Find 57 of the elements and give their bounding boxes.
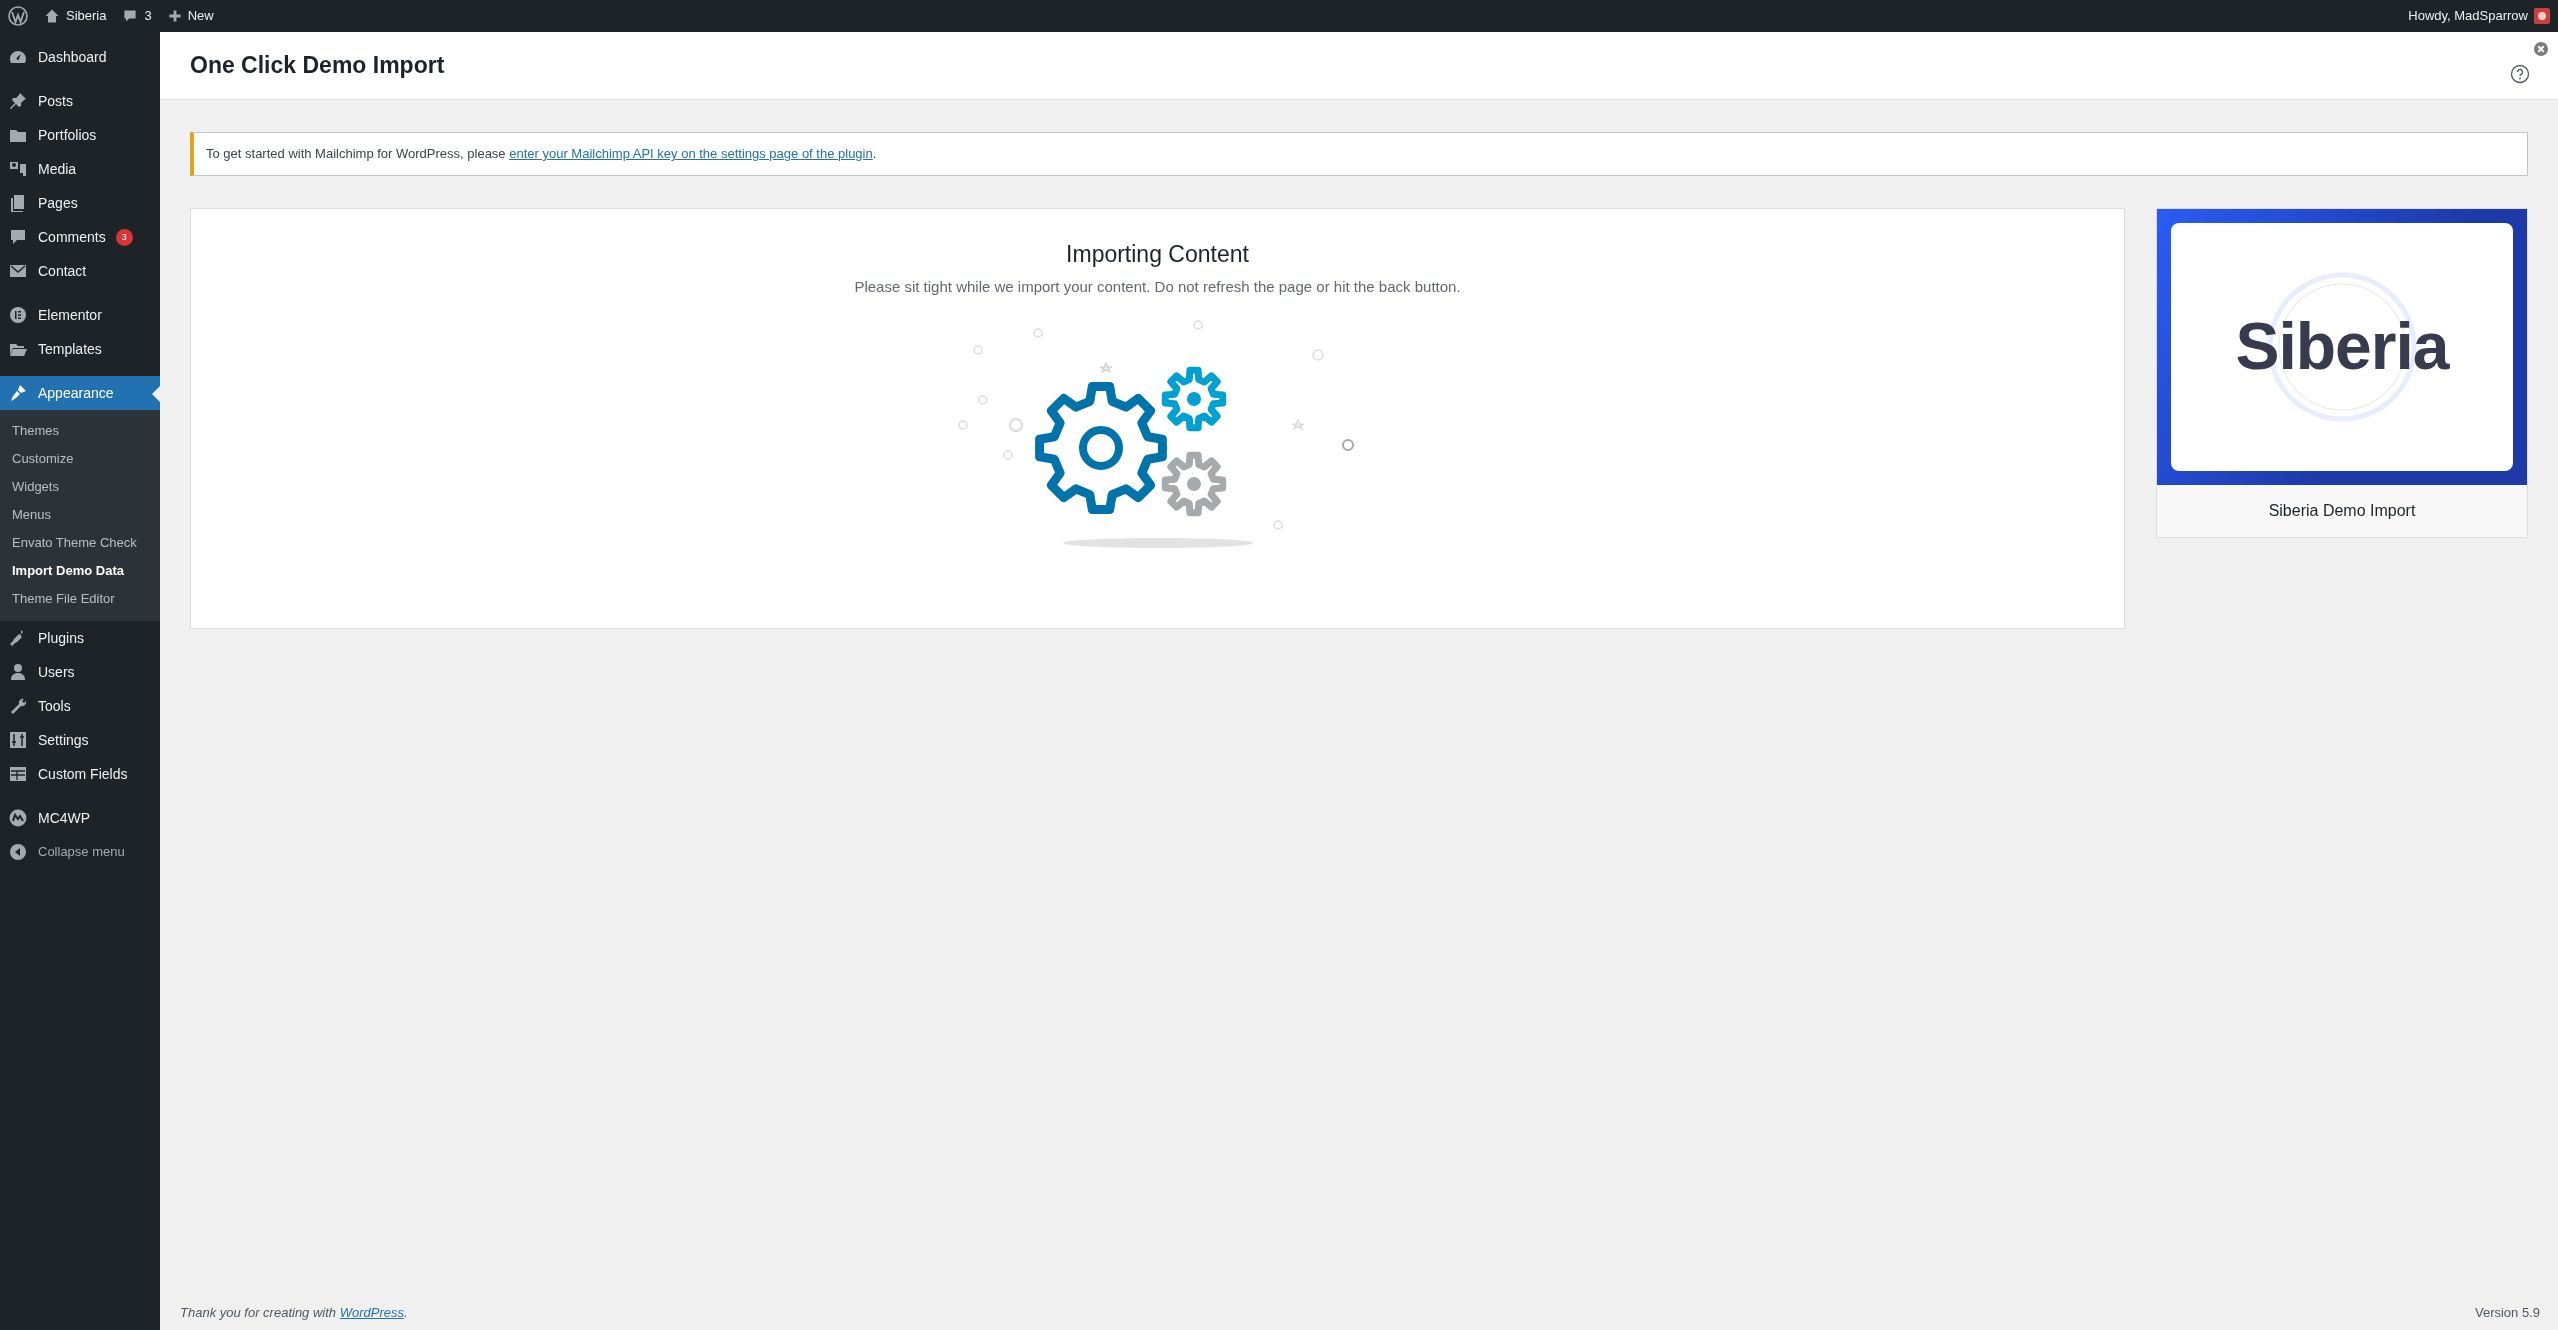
table-icon (8, 764, 28, 784)
user-icon (8, 662, 28, 682)
menu-item[interactable]: Plugins (0, 621, 160, 655)
notice-link[interactable]: enter your Mailchimp API key on the settings page of the plugin (509, 146, 873, 161)
count-badge: 3 (115, 228, 133, 246)
avatar-icon (2534, 8, 2550, 24)
menu-item[interactable]: Portfolios (0, 118, 160, 152)
menu-item[interactable]: Settings (0, 723, 160, 757)
submenu-item[interactable]: Themes (0, 417, 160, 445)
site-link[interactable]: Siberia (36, 0, 115, 32)
menu-item[interactable]: Pages (0, 186, 160, 220)
menu-item[interactable]: Posts (0, 84, 160, 118)
footer-text: Thank you for creating with WordPress. (180, 1303, 408, 1322)
submenu-item[interactable]: Theme File Editor (0, 585, 160, 613)
menu-item[interactable]: Media (0, 152, 160, 186)
wordpress-logo-icon[interactable] (8, 6, 28, 26)
menu-item[interactable]: Contact (0, 254, 160, 288)
comments-link[interactable]: 3 (114, 0, 160, 32)
settings-icon (8, 730, 28, 750)
submenu-item[interactable]: Widgets (0, 473, 160, 501)
menu-item[interactable]: MC4WP (0, 801, 160, 835)
account-link[interactable]: Howdy, MadSparrow (2400, 0, 2558, 32)
pin-icon (8, 91, 28, 111)
import-title: Importing Content (1066, 239, 1249, 269)
submenu-item[interactable]: Envato Theme Check (0, 529, 160, 557)
menu-item[interactable]: Comments 3 (0, 220, 160, 254)
demo-card[interactable]: Siberia Siberia Demo Import (2156, 207, 2528, 538)
collapse-menu-button[interactable]: Collapse menu (0, 835, 160, 869)
comment-icon (122, 8, 139, 24)
submenu-item[interactable]: Import Demo Data (0, 557, 160, 585)
menu-item[interactable]: Dashboard (0, 40, 160, 74)
media-icon (8, 159, 28, 179)
plus-icon (167, 9, 182, 23)
import-subtitle: Please sit tight while we import your content. Do not refresh the page or hit the back button. (854, 277, 1461, 298)
menu-item[interactable]: Elementor (0, 298, 160, 332)
submenu-item[interactable]: Menus (0, 501, 160, 529)
collapse-icon (8, 842, 28, 862)
menu-item[interactable]: Appearance (0, 376, 160, 410)
page-title: One Click Demo Import (190, 51, 445, 80)
wordpress-link[interactable]: WordPress (339, 1304, 404, 1320)
home-icon (44, 8, 60, 24)
brush-icon (8, 383, 28, 403)
mc4wp-icon (8, 808, 28, 828)
menu-item[interactable]: Users (0, 655, 160, 689)
new-link[interactable]: New (159, 0, 222, 32)
menu-item[interactable]: Tools (0, 689, 160, 723)
comment-icon (8, 227, 28, 247)
demo-title: Siberia Demo Import (2267, 500, 2417, 521)
preview-logo-text: Siberia (2235, 308, 2449, 385)
menu-item[interactable]: Custom Fields (0, 757, 160, 791)
close-icon[interactable] (2534, 41, 2548, 56)
menu-item[interactable]: Templates (0, 332, 160, 366)
version-text: Version 5.9 (2474, 1303, 2540, 1322)
help-icon[interactable] (2510, 63, 2530, 84)
submenu-item[interactable]: Customize (0, 445, 160, 473)
elementor-icon (8, 305, 28, 325)
notice-text: To get started with Mailchimp for WordPress, please enter your Mailchimp API key on the settings page of the plugin. (206, 146, 877, 161)
